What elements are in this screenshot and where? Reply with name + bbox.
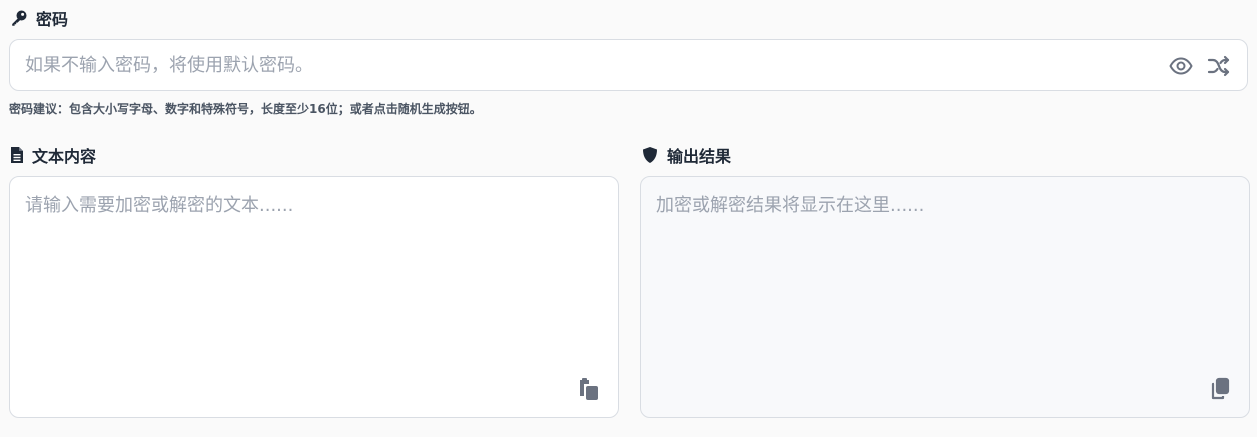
file-text-icon — [10, 146, 24, 164]
eye-icon[interactable] — [1168, 53, 1194, 79]
input-textarea[interactable] — [10, 177, 618, 417]
output-label-text: 输出结果 — [667, 147, 732, 166]
password-input[interactable] — [10, 40, 1150, 90]
password-label: 密码 — [10, 6, 68, 30]
input-label-text: 文本内容 — [32, 147, 97, 166]
password-label-text: 密码 — [36, 10, 69, 29]
password-hint: 密码建议：包含大小写字母、数字和特殊符号，长度至少16位；或者点击随机生成按钮。 — [9, 102, 482, 116]
copy-icon[interactable] — [1209, 377, 1231, 401]
shuffle-icon[interactable] — [1206, 53, 1232, 79]
input-panel — [9, 176, 619, 418]
output-textarea[interactable] — [641, 177, 1249, 417]
output-panel — [640, 176, 1250, 418]
paste-icon[interactable] — [578, 377, 600, 401]
input-label: 文本内容 — [10, 143, 96, 167]
key-icon — [10, 9, 28, 27]
shield-icon — [641, 146, 659, 164]
output-label: 输出结果 — [641, 143, 731, 167]
password-field — [9, 39, 1248, 91]
